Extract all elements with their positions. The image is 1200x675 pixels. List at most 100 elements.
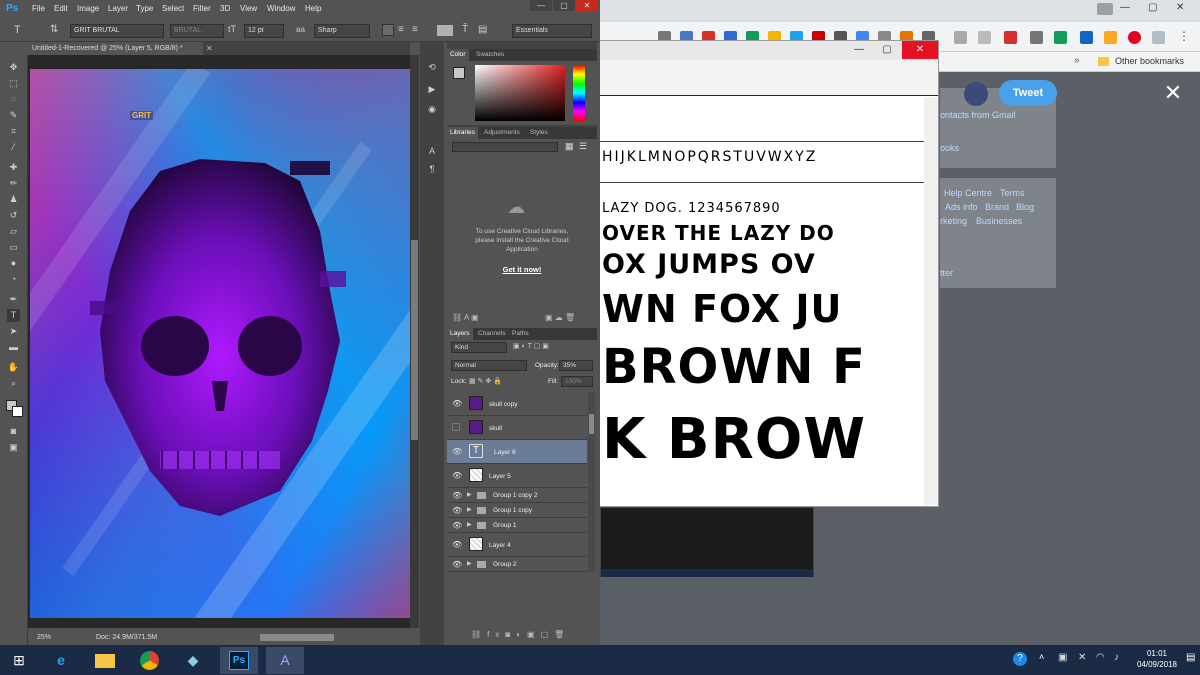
menu-layer[interactable]: Layer: [108, 4, 128, 13]
pen-tool-icon[interactable]: ✒: [7, 293, 20, 306]
app-icon[interactable]: ◆: [174, 647, 212, 674]
eyedropper-tool-icon[interactable]: ⁄: [7, 141, 20, 154]
actions-icon[interactable]: ▶: [425, 82, 439, 96]
clone-stamp-tool-icon[interactable]: ♟: [7, 193, 20, 206]
internet-explorer-icon[interactable]: e: [42, 647, 80, 674]
visibility-eye-icon[interactable]: 👁: [452, 400, 462, 408]
extension-icon[interactable]: [1104, 31, 1117, 44]
hand-tool-icon[interactable]: ✋: [7, 361, 20, 374]
scroll-thumb[interactable]: [589, 414, 594, 434]
group-row[interactable]: 👁 ▶ Group 2: [447, 557, 587, 572]
quick-select-tool-icon[interactable]: ✎: [7, 109, 20, 122]
list-view-icon[interactable]: ☰: [579, 141, 587, 152]
layer-kind-filter[interactable]: Kind: [451, 342, 507, 353]
chrome-profile-badge[interactable]: [1097, 3, 1113, 15]
chrome-icon[interactable]: [130, 647, 168, 674]
font-viewer-scrollbar[interactable]: [924, 97, 938, 505]
artwork-canvas[interactable]: GRIT: [30, 69, 410, 618]
footer-blog[interactable]: Blog: [1016, 202, 1034, 212]
align-right-icon[interactable]: ≡: [412, 24, 418, 35]
tab-adjustments[interactable]: Adjustments: [481, 127, 523, 139]
file-explorer-icon[interactable]: [86, 647, 124, 674]
visibility-eye-icon[interactable]: 👁: [452, 522, 462, 530]
expand-arrow-icon[interactable]: ▶: [467, 521, 472, 528]
wifi-icon[interactable]: ◠: [1096, 652, 1105, 663]
menu-view[interactable]: View: [240, 4, 257, 13]
minimize-icon[interactable]: —: [1120, 2, 1140, 13]
bookmarks-overflow-icon[interactable]: »: [1074, 55, 1080, 66]
network-disconnected-icon[interactable]: ✕: [1078, 652, 1086, 663]
gradient-tool-icon[interactable]: ▭: [7, 241, 20, 254]
tray-expand-icon[interactable]: ˄: [1039, 652, 1044, 662]
extension-icon[interactable]: [978, 31, 991, 44]
shape-tool-icon[interactable]: ▬: [7, 341, 20, 354]
crop-tool-icon[interactable]: ⌗: [7, 125, 20, 138]
fill-field[interactable]: 100%: [561, 376, 593, 387]
canvas-vertical-scrollbar[interactable]: [410, 55, 419, 628]
profile-avatar[interactable]: [964, 82, 988, 106]
tab-libraries[interactable]: Libraries: [447, 127, 478, 139]
maximize-icon[interactable]: ▢: [553, 0, 575, 11]
font-app-taskbar-icon[interactable]: A: [266, 647, 304, 674]
history-brush-tool-icon[interactable]: ↺: [7, 209, 20, 222]
character-icon[interactable]: A: [425, 144, 439, 158]
marquee-tool-icon[interactable]: ⬚: [7, 77, 20, 90]
other-bookmarks[interactable]: Other bookmarks: [1115, 56, 1184, 66]
visibility-eye-icon[interactable]: 👁: [452, 561, 462, 569]
tab-color[interactable]: Color: [447, 49, 469, 61]
layer-row[interactable]: 👁 Layer 4: [447, 533, 587, 557]
google-drive-icon[interactable]: [1054, 31, 1067, 44]
footer-terms[interactable]: Terms: [1000, 188, 1025, 198]
footer-businesses[interactable]: Businesses: [976, 216, 1022, 226]
align-left-icon[interactable]: [382, 24, 394, 36]
hscroll-thumb[interactable]: [260, 634, 334, 641]
font-family-select[interactable]: GRIT BRUTAL: [70, 24, 164, 38]
library-select[interactable]: [452, 142, 558, 152]
extension-icon[interactable]: [1152, 31, 1165, 44]
extension-icon[interactable]: [954, 31, 967, 44]
layers-scrollbar[interactable]: [588, 392, 595, 572]
help-tray-icon[interactable]: ?: [1013, 652, 1027, 666]
antialias-select[interactable]: Sharp: [314, 24, 370, 38]
healing-tool-icon[interactable]: ✚: [7, 161, 20, 174]
dodge-tool-icon[interactable]: ◔: [7, 273, 20, 286]
minimize-icon[interactable]: —: [846, 41, 872, 59]
lock-icons[interactable]: ▦ ✎ ✥ 🔒: [469, 377, 502, 385]
footer-help-centre[interactable]: Help Centre: [944, 188, 992, 198]
background-color-swatch[interactable]: [12, 406, 23, 417]
grid-view-icon[interactable]: ▦: [565, 141, 574, 152]
maximize-icon[interactable]: ▢: [874, 41, 900, 59]
extension-icon[interactable]: [1030, 31, 1043, 44]
menu-edit[interactable]: Edit: [54, 4, 68, 13]
layer-row-selected[interactable]: 👁 T Layer 6: [447, 440, 587, 464]
visibility-eye-icon[interactable]: 👁: [452, 448, 462, 456]
tab-swatches[interactable]: Swatches: [473, 49, 507, 61]
minimize-icon[interactable]: —: [530, 0, 552, 11]
type-tool-icon[interactable]: T: [7, 309, 20, 322]
pinterest-icon[interactable]: [1128, 31, 1141, 44]
menu-select[interactable]: Select: [162, 4, 184, 13]
footer-twitter-link[interactable]: tter: [940, 268, 953, 278]
blur-tool-icon[interactable]: ●: [7, 257, 20, 270]
tab-styles[interactable]: Styles: [527, 127, 551, 139]
photoshop-taskbar-icon[interactable]: Ps: [220, 647, 258, 674]
group-row[interactable]: 👁 ▶ Group 1: [447, 518, 587, 533]
group-row[interactable]: 👁 ▶ Group 1 copy: [447, 503, 587, 518]
volume-icon[interactable]: ♪: [1114, 652, 1119, 663]
text-color-swatch[interactable]: [437, 25, 453, 36]
type-tool-icon[interactable]: T: [14, 24, 21, 36]
blend-mode-select[interactable]: Normal: [451, 360, 527, 371]
start-icon[interactable]: ⊞: [0, 647, 38, 674]
character-panel-icon[interactable]: ▤: [478, 24, 487, 35]
visibility-eye-icon[interactable]: 👁: [452, 472, 462, 480]
fg-color-swatch[interactable]: [453, 67, 465, 79]
get-it-now-link[interactable]: Get it now!: [467, 265, 577, 274]
maximize-icon[interactable]: ▢: [1148, 2, 1168, 13]
quick-mask-icon[interactable]: ◙: [7, 425, 20, 438]
expand-arrow-icon[interactable]: ▶: [467, 491, 472, 498]
layer-row[interactable]: 👁 Layer 5: [447, 464, 587, 488]
tweet-button[interactable]: Tweet: [999, 80, 1057, 106]
menu-help[interactable]: Help: [305, 4, 321, 13]
footer-ads-info[interactable]: Ads info: [945, 202, 978, 212]
font-style-select[interactable]: BRUTAL: [170, 24, 224, 38]
